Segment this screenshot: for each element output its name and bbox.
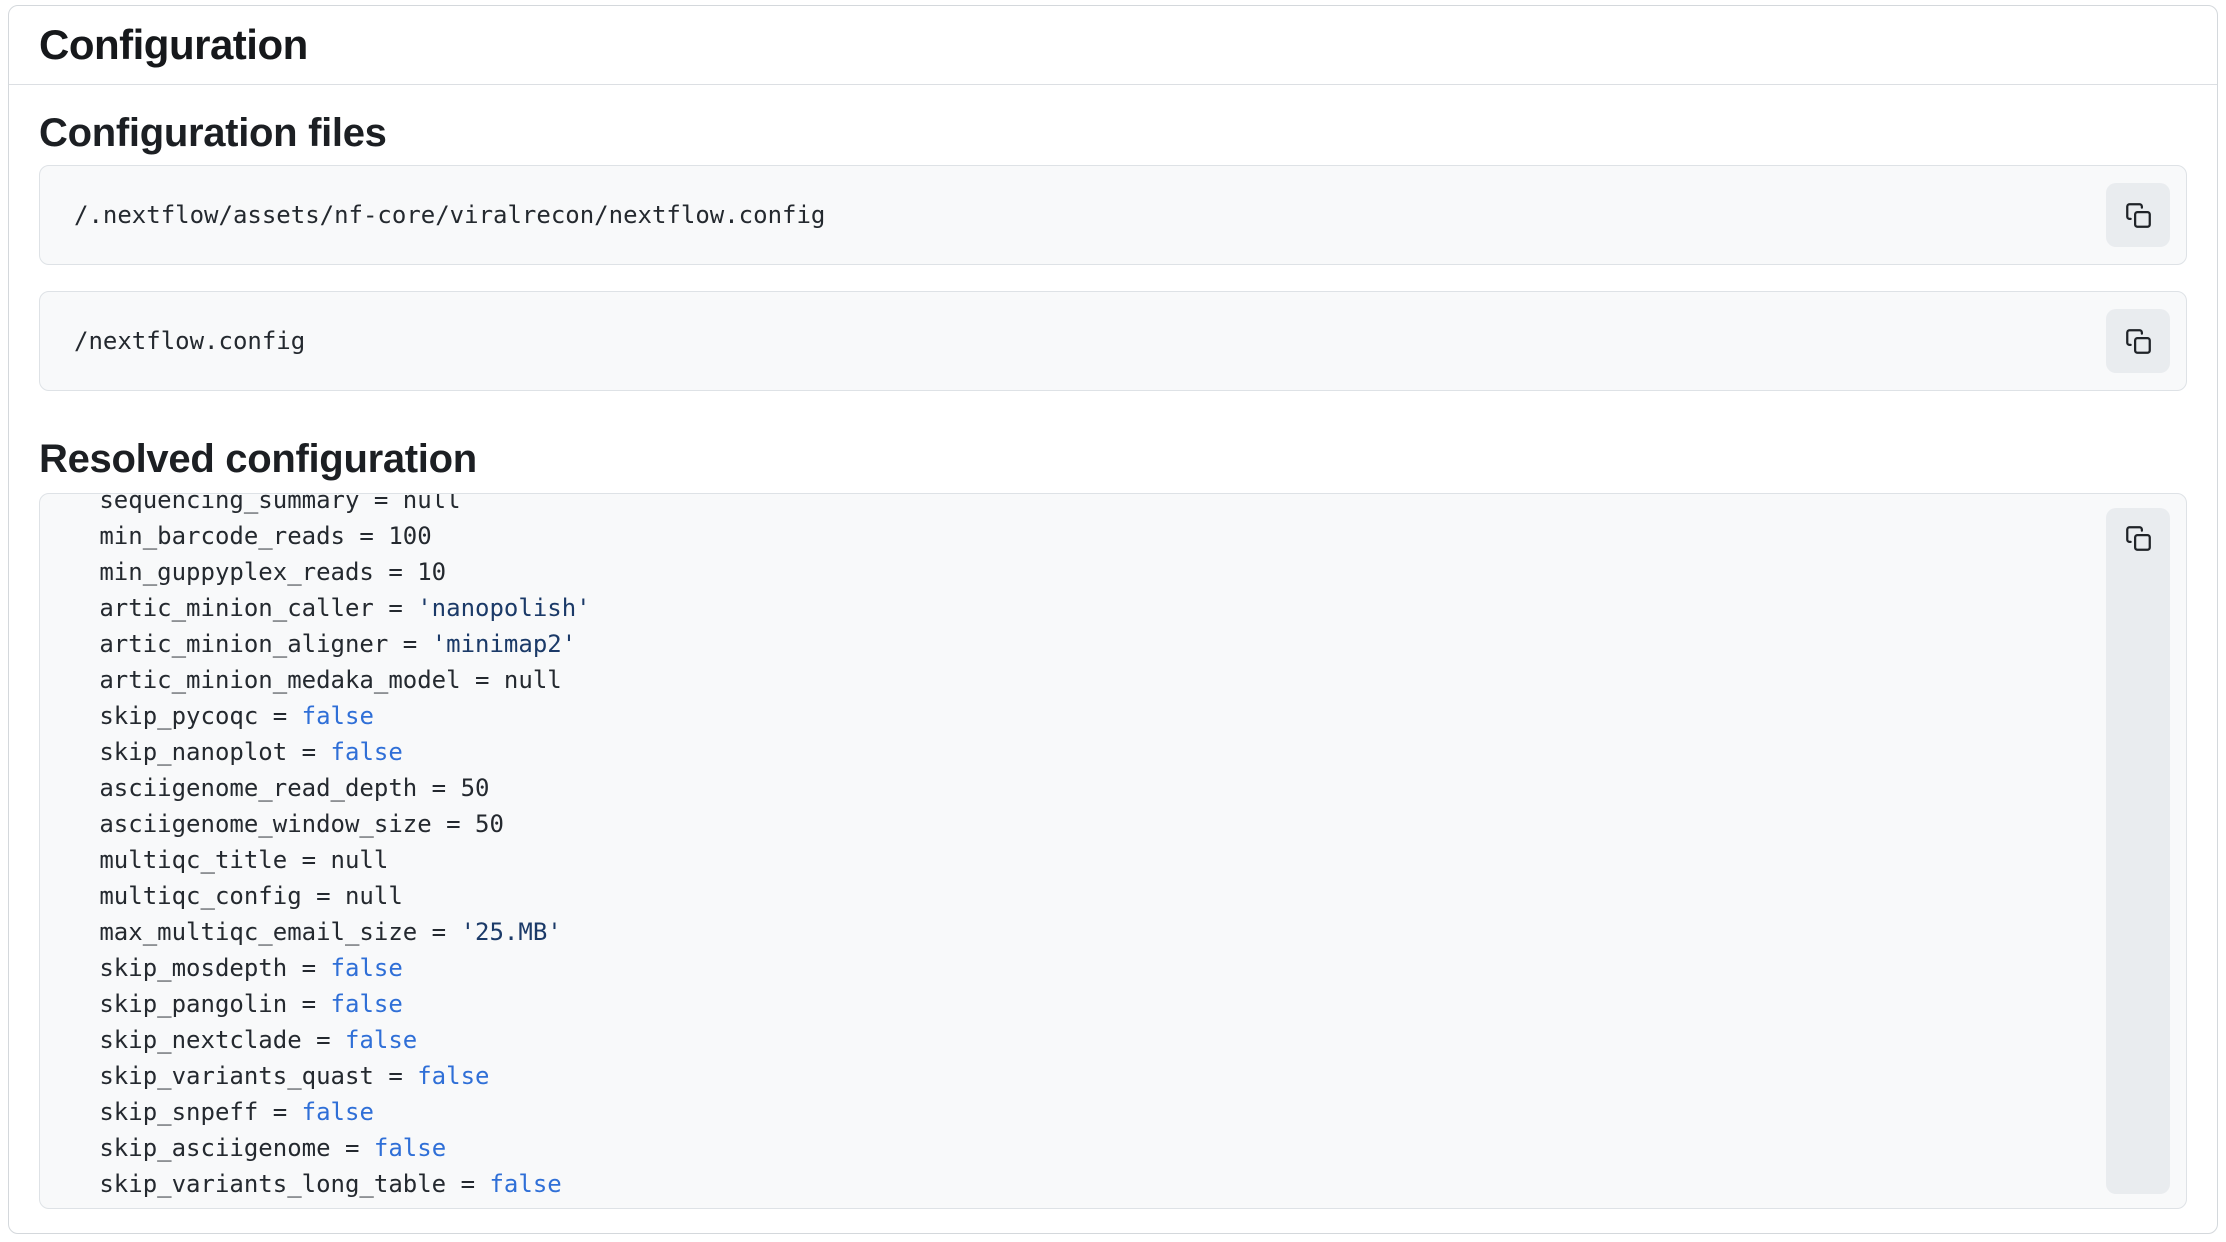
copy-button[interactable]: [2106, 309, 2170, 373]
panel-header: Configuration: [9, 6, 2217, 85]
config-file-box: /.nextflow/assets/nf-core/viralrecon/nex…: [39, 165, 2187, 265]
copy-icon: [2125, 525, 2152, 552]
section-heading-resolved-configuration: Resolved configuration: [39, 439, 2187, 479]
panel-body: Configuration files /.nextflow/assets/nf…: [9, 85, 2217, 1233]
resolved-config-box: sequencing_summary = null min_barcode_re…: [39, 493, 2187, 1209]
copy-icon: [2125, 328, 2152, 355]
resolved-config-code: sequencing_summary = null min_barcode_re…: [56, 494, 2076, 1208]
configuration-panel: Configuration Configuration files /.next…: [8, 5, 2218, 1234]
config-file-path: /.nextflow/assets/nf-core/viralrecon/nex…: [74, 201, 825, 229]
section-heading-configuration-files: Configuration files: [39, 113, 2187, 153]
config-file-box: /nextflow.config: [39, 291, 2187, 391]
resolved-config-scroll-area[interactable]: sequencing_summary = null min_barcode_re…: [40, 494, 2186, 1208]
page-title: Configuration: [39, 22, 2187, 68]
copy-icon: [2125, 202, 2152, 229]
config-file-path: /nextflow.config: [74, 327, 305, 355]
copy-button[interactable]: [2106, 183, 2170, 247]
copy-button[interactable]: [2106, 508, 2170, 1194]
